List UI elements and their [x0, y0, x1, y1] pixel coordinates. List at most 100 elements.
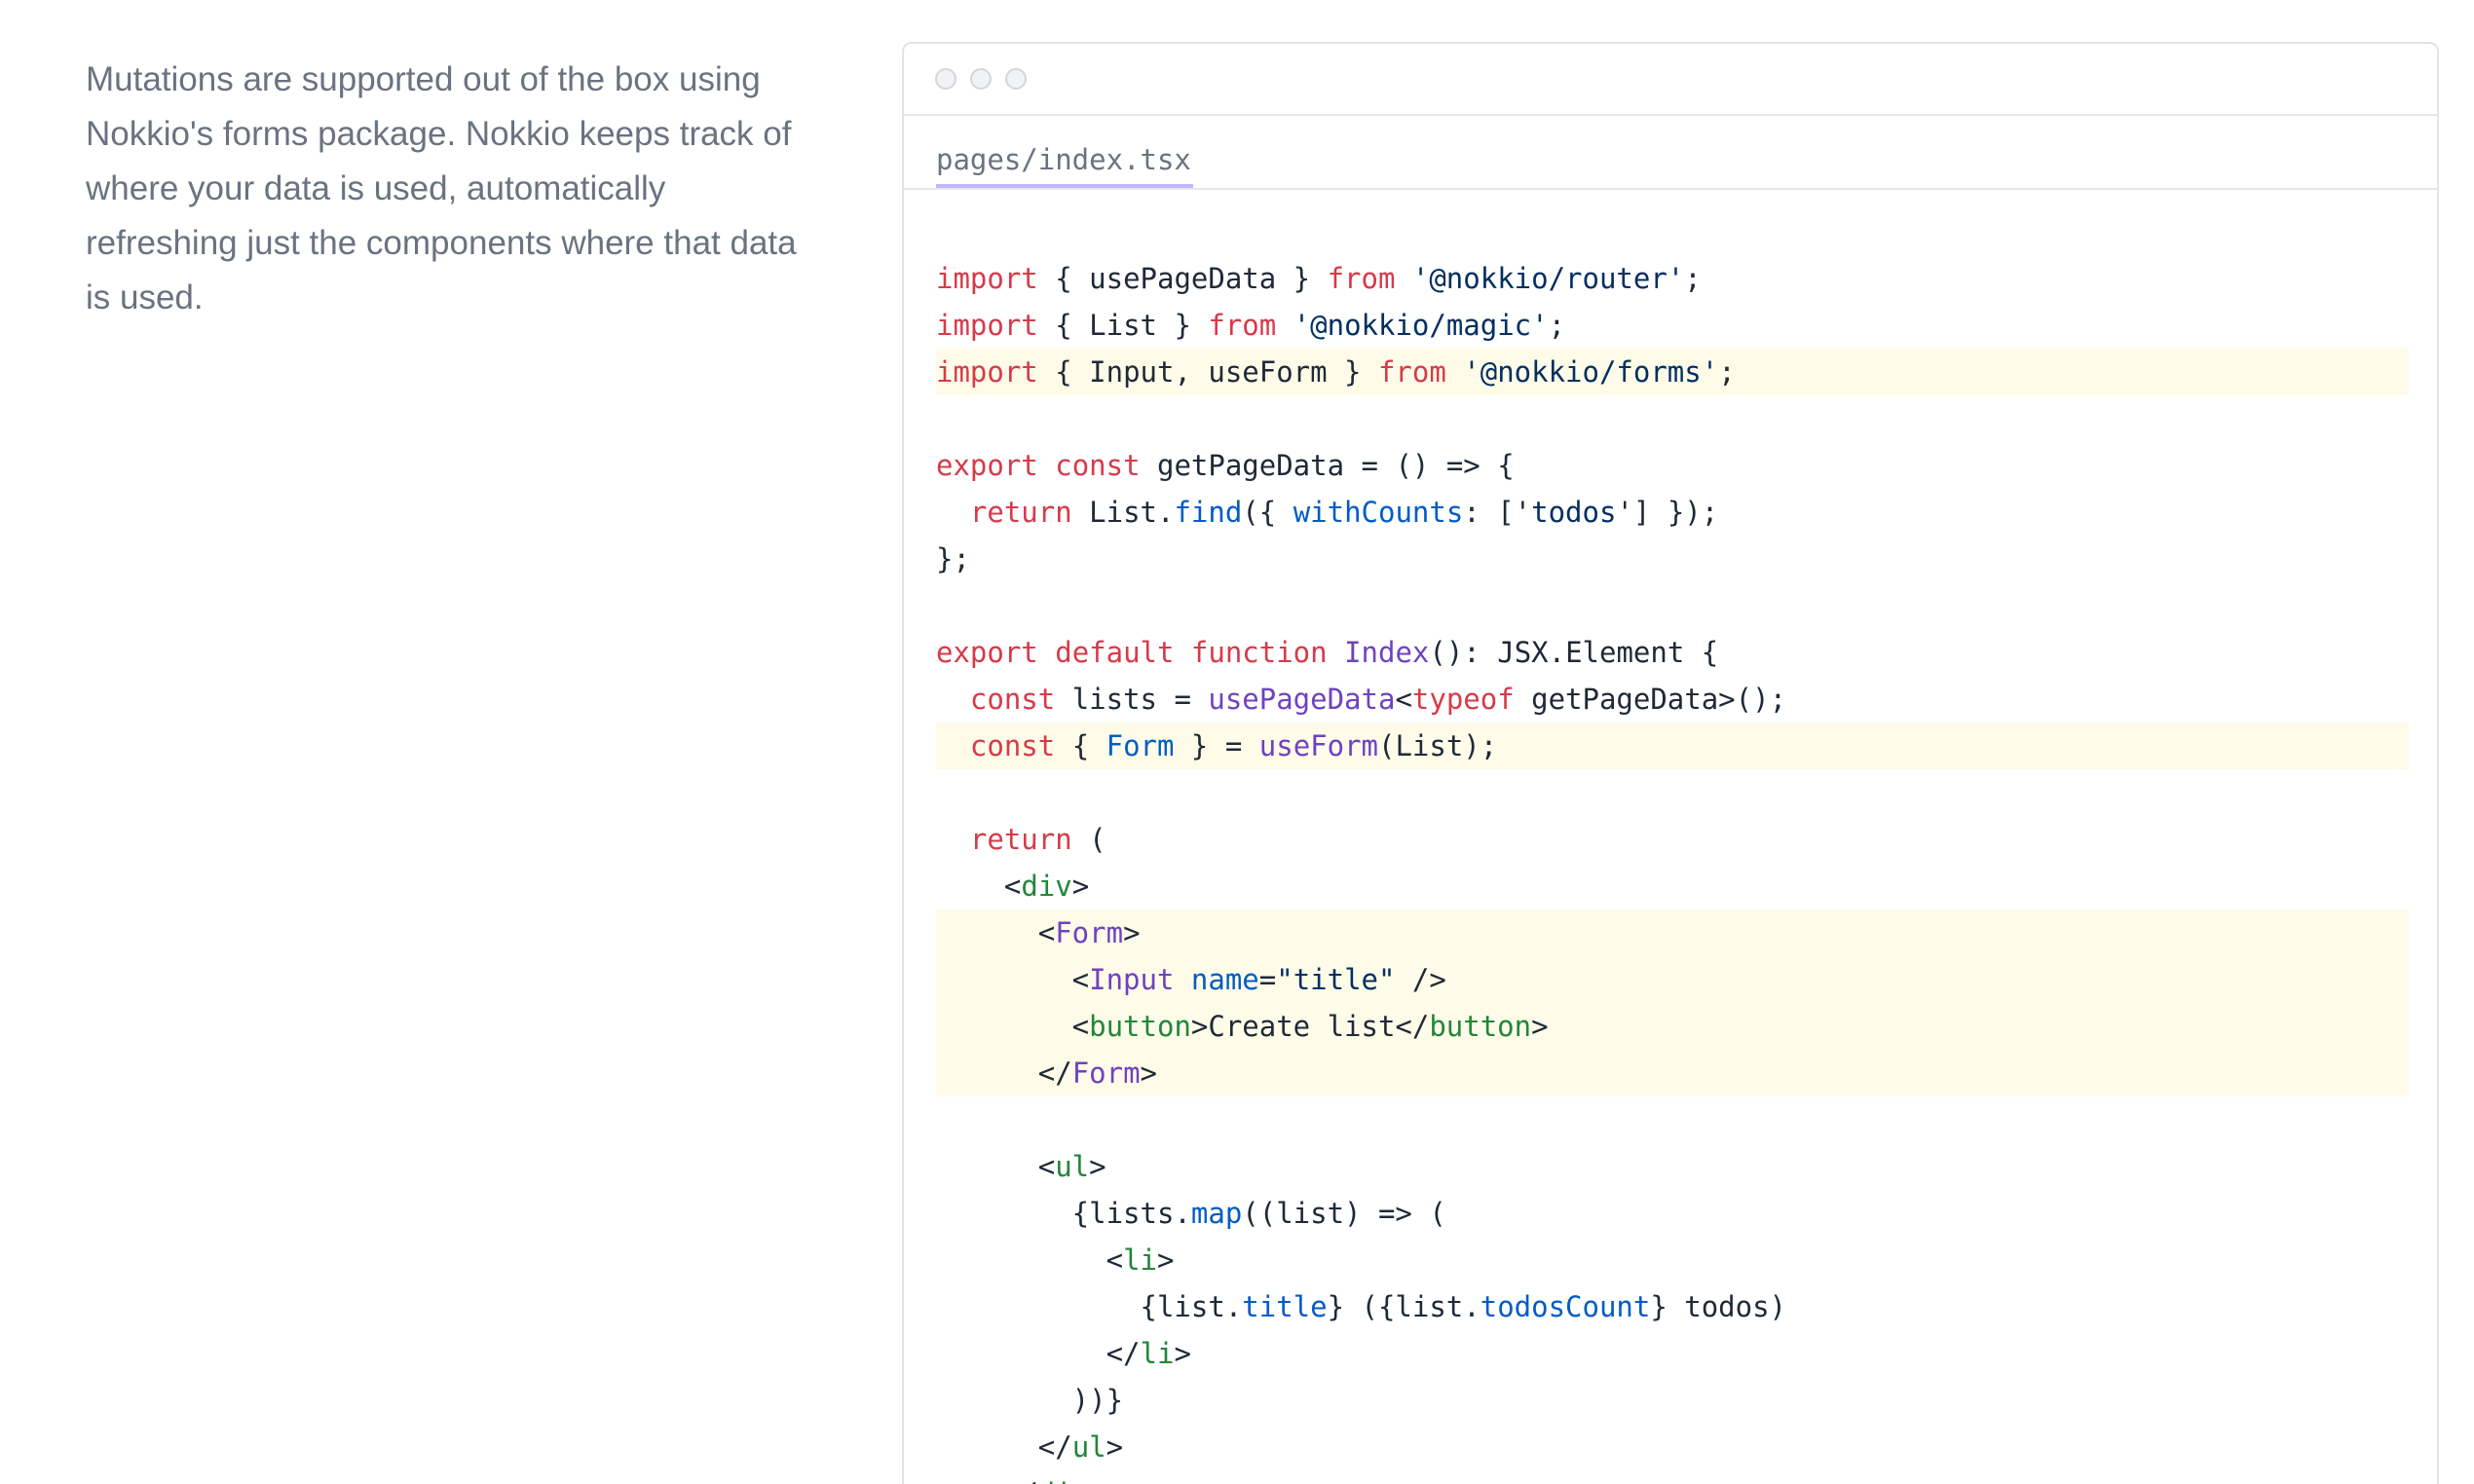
code-token: default [1055, 636, 1175, 669]
code-token: }; [936, 542, 970, 575]
code-token: </ [936, 1337, 1141, 1370]
code-line-highlighted: <button>Create list</button> [936, 1003, 2409, 1050]
code-token: map [1190, 1197, 1243, 1230]
code-line-highlighted: import { Input, useForm } from '@nokkio/… [936, 349, 2409, 395]
minimize-window-dot-icon [970, 68, 992, 90]
code-token: ; [1684, 262, 1702, 295]
code-token: import [936, 309, 1038, 342]
code-token: ( [1071, 823, 1106, 856]
feature-description: Mutations are supported out of the box u… [86, 60, 797, 316]
code-token: div [1021, 870, 1072, 903]
code-line-highlighted: </Form> [936, 1050, 2409, 1096]
code-line: <div> [936, 863, 2409, 909]
code-token: Form [1106, 729, 1175, 762]
code-token: name [1190, 963, 1259, 996]
code-editor-window: pages/index.tsx import { usePageData } f… [902, 42, 2439, 1484]
code-token: >Create list</ [1190, 1010, 1430, 1043]
code-token: = [1258, 963, 1277, 996]
code-token: getPageData>(); [1514, 683, 1787, 716]
code-line-highlighted: <Input name="title" /> [936, 956, 2409, 1003]
code-token: '@nokkio/router' [1411, 262, 1685, 295]
code-token: export [936, 449, 1038, 482]
code-token: li [1123, 1243, 1157, 1277]
code-token: Input [1089, 963, 1175, 996]
code-token: (): JSX.Element { [1429, 636, 1719, 669]
code-token: </ [936, 1057, 1072, 1090]
code-token: const [969, 729, 1056, 762]
code-token: find [1174, 496, 1243, 529]
code-token: > [1089, 1477, 1106, 1484]
code-line: </div> [936, 1470, 2409, 1484]
code-token: from [1208, 309, 1277, 342]
code-token: export [936, 636, 1038, 669]
code-line: <ul> [936, 1143, 2409, 1190]
code-line: {list.title} ({list.todosCount} todos) [936, 1283, 2409, 1330]
code-token: List. [1071, 496, 1175, 529]
code-token: usePageData [1208, 683, 1396, 716]
code-line: import { List } from '@nokkio/magic'; [936, 302, 2409, 349]
maximize-window-dot-icon [1005, 68, 1027, 90]
code-token: } todos) [1650, 1290, 1787, 1323]
code-block: import { usePageData } from '@nokkio/rou… [936, 255, 2409, 1484]
code-line: </ul> [936, 1424, 2409, 1470]
code-token: < [936, 916, 1056, 949]
code-token: { Input, useForm } [1037, 355, 1378, 389]
code-token: todos [1531, 496, 1617, 529]
code-line: {lists.map((list) => ( [936, 1190, 2409, 1237]
code-token: button [1089, 1010, 1191, 1043]
code-token: ))} [936, 1384, 1124, 1417]
code-token: Form [1055, 916, 1124, 949]
code-token: </ [936, 1477, 1038, 1484]
code-token: < [936, 870, 1022, 903]
code-token: '@nokkio/forms' [1463, 355, 1719, 389]
code-token: getPageData = () => { [1140, 449, 1515, 482]
code-token: li [1140, 1337, 1175, 1370]
code-token: return [969, 823, 1072, 856]
code-token: "title" [1276, 963, 1396, 996]
code-token: > [1156, 1243, 1175, 1277]
code-token: ; [1718, 355, 1736, 389]
code-token: lists = [1055, 683, 1209, 716]
file-tab-active[interactable]: pages/index.tsx [936, 116, 1193, 188]
code-token: const [969, 683, 1056, 716]
code-token: ul [1071, 1430, 1106, 1464]
code-token: (List); [1378, 729, 1498, 762]
code-token: ((list) => ( [1242, 1197, 1446, 1230]
code-token: < [936, 1150, 1056, 1183]
code-token: withCounts [1293, 496, 1464, 529]
code-line-highlighted: <Form> [936, 909, 2409, 956]
code-token: Index [1344, 636, 1430, 669]
code-token: useForm [1258, 729, 1378, 762]
code-line: <li> [936, 1237, 2409, 1283]
code-line: const lists = usePageData<typeof getPage… [936, 676, 2409, 723]
code-line: ))} [936, 1377, 2409, 1424]
code-token: > [1106, 1430, 1124, 1464]
code-token: const [1055, 449, 1141, 482]
code-line: </li> [936, 1330, 2409, 1377]
code-token: > [1089, 1150, 1106, 1183]
code-token: /> [1395, 963, 1446, 996]
code-token: title [1242, 1290, 1328, 1323]
code-token: '] }); [1616, 496, 1719, 529]
code-token: from [1327, 262, 1396, 295]
code-token: typeof [1411, 683, 1515, 716]
code-token: ({ [1242, 496, 1293, 529]
code-token: function [1190, 636, 1328, 669]
code-token: {lists. [936, 1197, 1191, 1230]
code-line: export default function Index(): JSX.Ele… [936, 629, 2409, 676]
code-token: < [936, 963, 1090, 996]
code-token: { [1055, 729, 1106, 762]
code-line: export const getPageData = () => { [936, 442, 2409, 489]
